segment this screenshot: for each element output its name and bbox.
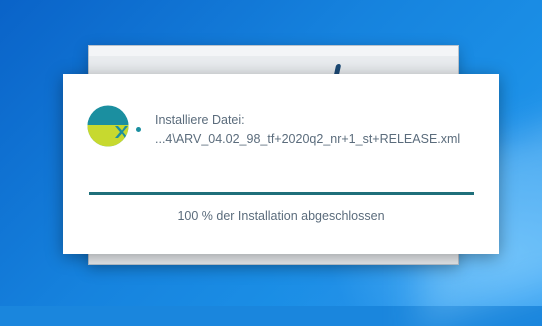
logo-dot-icon <box>136 127 141 132</box>
installing-file-path: ...4\ARV_04.02_98_tf+2020q2_nr+1_st+RELE… <box>155 132 461 146</box>
installer-app-logo-icon <box>87 105 129 147</box>
installation-progress-bar <box>89 192 474 195</box>
background-window-title-strip <box>89 46 458 56</box>
installation-progress-dialog: Installiere Datei: ...4\ARV_04.02_98_tf+… <box>63 74 499 254</box>
installing-file-caption: Installiere Datei: <box>155 113 245 127</box>
installation-status-text: 100 % der Installation abgeschlossen <box>177 209 385 223</box>
installation-progress-fill <box>89 192 474 195</box>
